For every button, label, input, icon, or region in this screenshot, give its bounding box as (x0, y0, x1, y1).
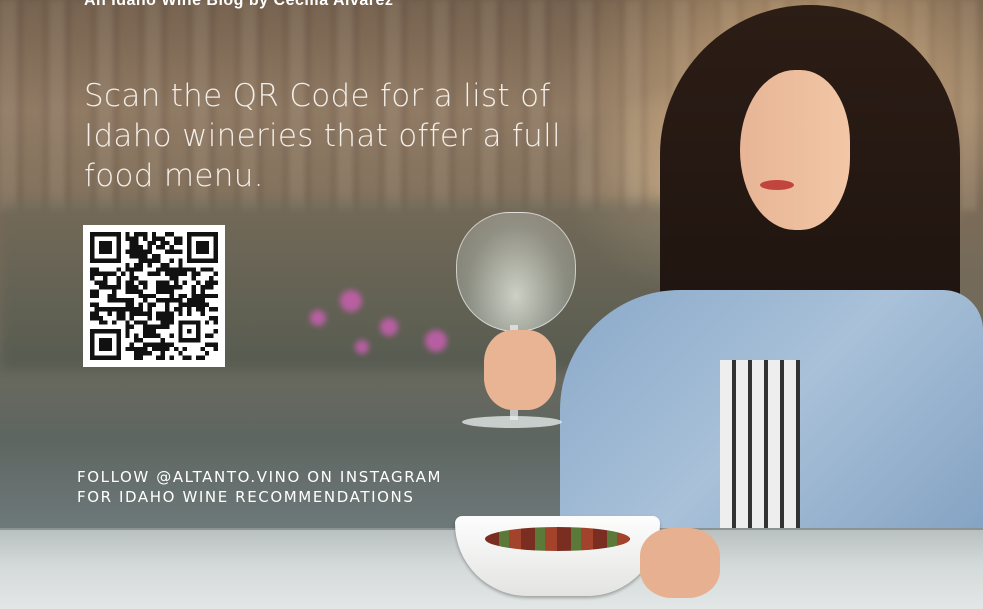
hand-holding-glass (484, 330, 556, 410)
wine-glass-bowl (456, 212, 576, 332)
flower (425, 330, 447, 352)
flower (380, 318, 398, 336)
lips (760, 180, 794, 190)
woman-face (740, 70, 850, 230)
hand-with-fork (640, 528, 720, 598)
instagram-callout: FOLLOW @ALTANTO.VINO ON INSTAGRAM FOR ID… (77, 467, 442, 507)
follow-line-2: FOR IDAHO WINE RECOMMENDATIONS (77, 488, 415, 506)
wine-glass-foot (462, 416, 562, 428)
headline: Scan the QR Code for a list of Idaho win… (84, 78, 561, 194)
flower (310, 310, 326, 326)
tagline: An Idaho Wine Blog by Cecilia Alvarez (84, 0, 394, 9)
qr-code[interactable] (83, 225, 225, 367)
advertisement: An Idaho Wine Blog by Cecilia Alvarez Sc… (0, 0, 983, 609)
qr-code-icon (90, 232, 218, 360)
food (485, 527, 630, 551)
striped-shirt (720, 360, 800, 540)
flower (355, 340, 369, 354)
follow-line-1: FOLLOW @ALTANTO.VINO ON INSTAGRAM (77, 468, 443, 486)
flower (340, 290, 362, 312)
